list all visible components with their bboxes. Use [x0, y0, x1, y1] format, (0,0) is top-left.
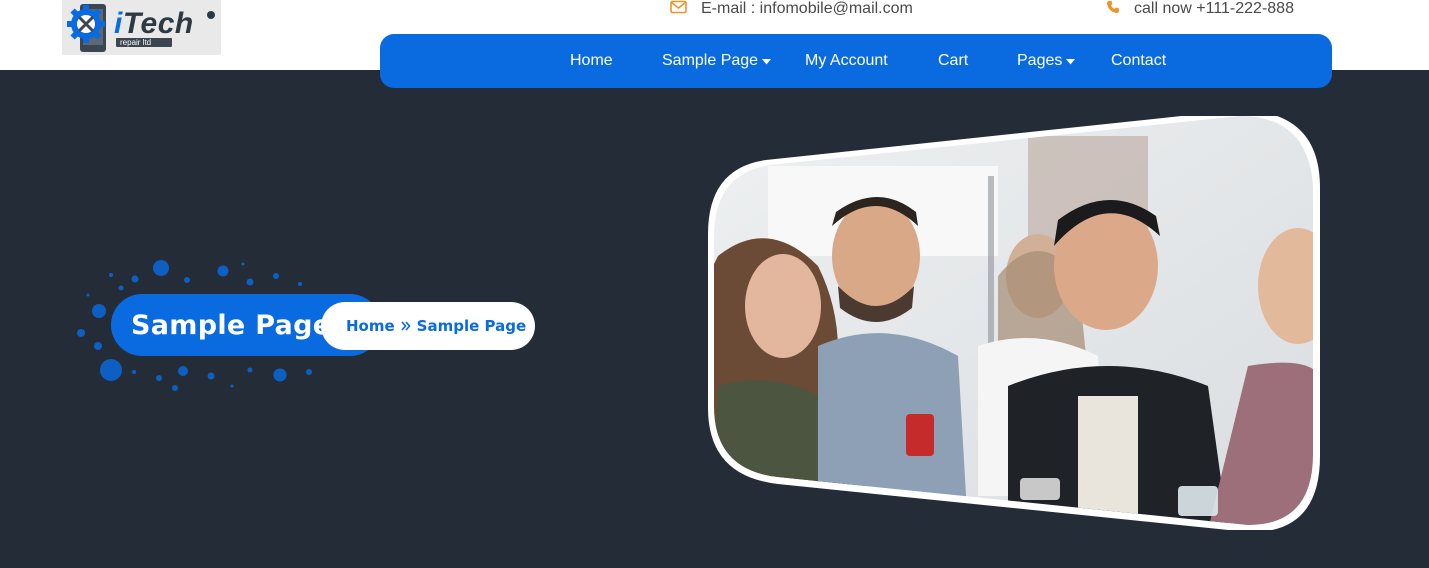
nav-item-pages[interactable]: Pages — [1017, 34, 1076, 88]
nav-item-home[interactable]: Home — [570, 34, 613, 88]
page-title: Sample Page — [131, 309, 332, 341]
nav-item-sample-page[interactable]: Sample Page — [662, 34, 772, 88]
nav-item-cart[interactable]: Cart — [938, 34, 968, 88]
breadcrumb-home-link[interactable]: Home — [346, 317, 395, 335]
hero-photo — [708, 110, 1320, 533]
header-phone[interactable]: call now +111-222-888 — [1106, 0, 1294, 18]
breadcrumb-current: Sample Page — [416, 317, 527, 335]
nav-item-label: Pages — [1017, 52, 1063, 69]
double-chevron-right-icon — [401, 317, 411, 335]
nav-item-label: Cart — [938, 52, 969, 69]
logo-brand-rest: Tech — [122, 6, 194, 40]
email-text: E-mail : infomobile@mail.com — [701, 0, 913, 17]
site-logo[interactable]: iTech repair ltd — [62, 0, 221, 55]
logo-wordmark: iTech repair ltd — [114, 6, 194, 47]
logo-brand: iTech — [114, 6, 194, 40]
nav-item-label: My Account — [805, 52, 888, 69]
caret-down-icon — [762, 52, 772, 70]
registered-mark-icon — [207, 11, 215, 19]
logo-brand-i: i — [114, 6, 123, 40]
nav-item-contact[interactable]: Contact — [1111, 34, 1166, 88]
caret-down-icon — [1066, 52, 1076, 70]
header-email[interactable]: E-mail : infomobile@mail.com — [670, 0, 913, 18]
nav-item-label: Contact — [1111, 52, 1167, 69]
phone-text: call now +111-222-888 — [1134, 0, 1294, 17]
phone-icon — [1106, 0, 1120, 19]
nav-item-my-account[interactable]: My Account — [805, 34, 888, 88]
nav-item-label: Home — [570, 52, 613, 69]
breadcrumb: Home Sample Page — [321, 302, 535, 350]
main-navigation: Home Sample Page My Account Cart Pages C… — [380, 34, 1332, 88]
gear-wrench-icon — [66, 2, 112, 54]
logo-tagline: repair ltd — [116, 37, 172, 47]
nav-item-label: Sample Page — [662, 52, 759, 69]
envelope-icon — [670, 0, 687, 19]
